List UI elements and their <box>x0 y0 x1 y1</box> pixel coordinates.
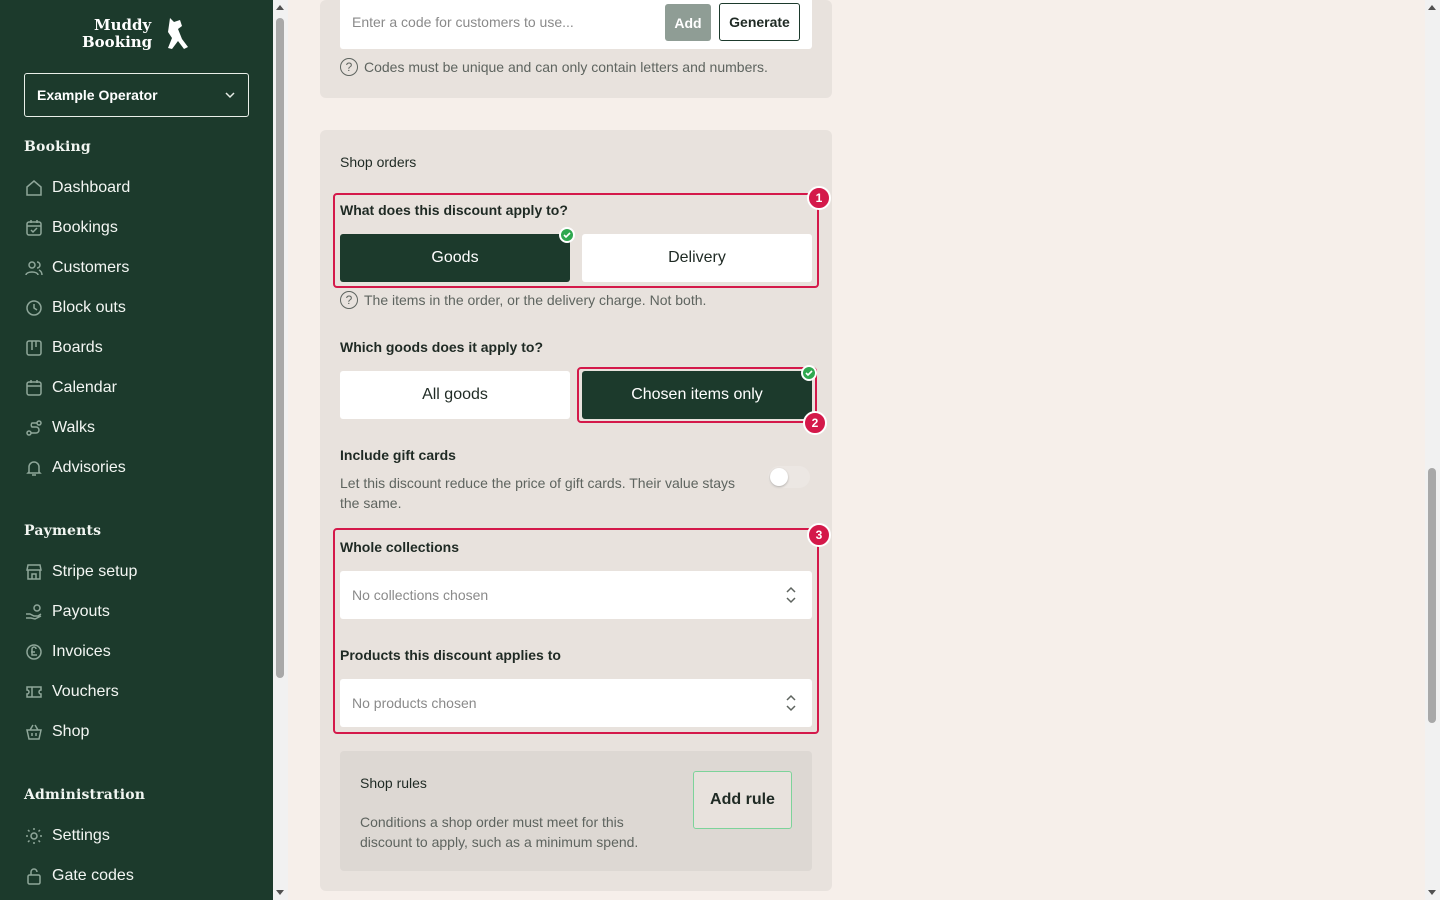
calendar-check-icon <box>26 220 42 236</box>
goods-question: Which goods does it apply to? <box>340 339 543 355</box>
annotation-badge-1: 1 <box>807 186 831 210</box>
gift-cards-title: Include gift cards <box>340 447 456 463</box>
chevron-down-icon <box>225 92 235 99</box>
annotation-box-1 <box>333 193 819 288</box>
nav-walks[interactable]: Walks <box>24 414 95 442</box>
nav-vouchers[interactable]: Vouchers <box>24 678 119 706</box>
bell-icon <box>26 461 42 476</box>
nav-calendar[interactable]: Calendar <box>24 374 117 402</box>
gear-icon <box>26 828 42 844</box>
nav-boards[interactable]: Boards <box>24 334 103 362</box>
products-label: Products this discount applies to <box>340 647 561 663</box>
section-booking: Booking <box>24 139 91 155</box>
scroll-down-arrow[interactable] <box>276 890 284 895</box>
add-code-button[interactable]: Add <box>665 4 711 41</box>
apply-hint: ? The items in the order, or the deliver… <box>340 291 706 309</box>
nav-label: Vouchers <box>52 683 119 700</box>
nav-label: Boards <box>52 339 103 356</box>
nav-customers[interactable]: Customers <box>24 254 129 282</box>
users-icon <box>25 261 43 276</box>
question-icon: ? <box>340 291 358 309</box>
scrollbar-thumb[interactable] <box>276 18 284 678</box>
products-placeholder: No products chosen <box>352 695 477 711</box>
ticket-icon <box>26 686 42 698</box>
store-icon <box>26 564 42 580</box>
pound-circle-icon <box>26 644 42 660</box>
shop-rules-panel: Shop rules Conditions a shop order must … <box>340 751 812 871</box>
nav-label: Shop <box>52 723 90 740</box>
gift-cards-description: Let this discount reduce the price of gi… <box>340 475 736 511</box>
board-icon <box>26 340 42 356</box>
nav-block-outs[interactable]: Block outs <box>24 294 126 322</box>
gift-cards-toggle[interactable] <box>768 466 810 488</box>
hand-coins-icon <box>26 604 42 620</box>
annotation-box-2 <box>577 367 817 423</box>
operator-name: Example Operator <box>37 87 158 103</box>
nav-label: Advisories <box>52 459 126 476</box>
discount-code-card: Enter a code for customers to use... Add… <box>320 0 832 98</box>
nav-invoices[interactable]: Invoices <box>24 638 111 666</box>
nav-label: Dashboard <box>52 179 131 196</box>
selected-check-icon <box>801 365 817 381</box>
scroll-down-arrow[interactable] <box>1428 890 1436 895</box>
collections-label: Whole collections <box>340 539 460 555</box>
shop-rules-description: Conditions a shop order must meet for th… <box>360 814 639 850</box>
nav-dashboard[interactable]: Dashboard <box>24 174 130 202</box>
code-input-placeholder: Enter a code for customers to use... <box>352 14 574 30</box>
generate-code-button[interactable]: Generate <box>719 3 800 41</box>
operator-select[interactable]: Example Operator <box>24 73 249 117</box>
lock-icon <box>27 868 41 885</box>
shop-rules-title: Shop rules <box>360 775 427 791</box>
nav-label: Settings <box>52 827 110 844</box>
sidebar-scrollbar[interactable] <box>273 0 288 900</box>
nav-label: Stripe setup <box>52 563 138 580</box>
shop-orders-title: Shop orders <box>340 154 417 170</box>
route-icon <box>26 420 42 436</box>
nav-bookings[interactable]: Bookings <box>24 214 118 242</box>
nav-label: Calendar <box>52 379 117 396</box>
svg-text:Muddy: Muddy <box>94 16 152 34</box>
annotation-badge-2: 2 <box>803 411 827 435</box>
home-icon <box>26 180 42 196</box>
chevron-up-down-icon <box>786 586 796 604</box>
nav-label: Walks <box>52 419 95 436</box>
section-payments: Payments <box>24 523 102 539</box>
nav-label: Invoices <box>52 643 111 660</box>
collections-select[interactable]: No collections chosen <box>340 571 812 619</box>
nav-settings[interactable]: Settings <box>24 822 110 850</box>
scroll-up-arrow[interactable] <box>276 5 284 10</box>
nav-gate-codes[interactable]: Gate codes <box>24 862 134 890</box>
section-administration: Administration <box>24 787 146 803</box>
nav-label: Customers <box>52 259 130 276</box>
nav-label: Bookings <box>52 219 118 236</box>
add-rule-button[interactable]: Add rule <box>693 771 792 829</box>
nav-payouts[interactable]: Payouts <box>24 598 110 626</box>
sidebar: Muddy Booking Example Operator Booking D… <box>0 0 273 900</box>
svg-text:Booking: Booking <box>82 33 153 51</box>
scroll-up-arrow[interactable] <box>1428 5 1436 10</box>
main-scrollbar[interactable] <box>1425 0 1440 900</box>
nav-label: Gate codes <box>52 867 134 884</box>
nav-advisories[interactable]: Advisories <box>24 454 126 482</box>
nav-label: Payouts <box>52 603 110 620</box>
calendar-icon <box>26 380 42 396</box>
annotation-badge-3: 3 <box>807 523 831 547</box>
clock-icon <box>26 300 42 316</box>
question-icon: ? <box>340 58 358 76</box>
code-hint: ? Codes must be unique and can only cont… <box>340 58 768 76</box>
code-input[interactable]: Enter a code for customers to use... Add… <box>340 0 812 49</box>
collections-placeholder: No collections chosen <box>352 587 489 603</box>
muddy-booking-logo[interactable]: Muddy Booking <box>78 14 196 54</box>
scrollbar-thumb[interactable] <box>1428 468 1436 723</box>
nav-label: Block outs <box>52 299 126 316</box>
basket-icon <box>26 724 42 740</box>
apply-hint-text: The items in the order, or the delivery … <box>364 292 707 308</box>
chevron-up-down-icon <box>786 694 796 712</box>
nav-stripe-setup[interactable]: Stripe setup <box>24 558 137 586</box>
nav-shop[interactable]: Shop <box>24 718 89 746</box>
toggle-knob <box>770 468 788 486</box>
all-goods-option[interactable]: All goods <box>340 371 570 419</box>
code-hint-text: Codes must be unique and can only contai… <box>364 59 768 75</box>
products-select[interactable]: No products chosen <box>340 679 812 727</box>
